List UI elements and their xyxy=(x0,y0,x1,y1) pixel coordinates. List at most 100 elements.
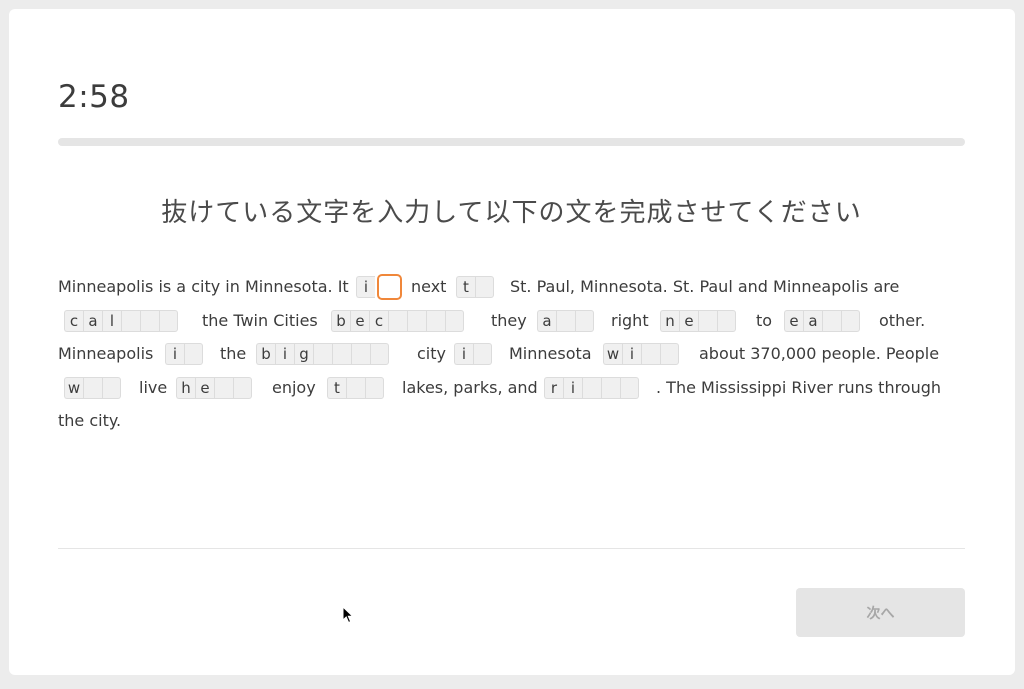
passage-line-2: cal the Twin Cities bec they a right ne … xyxy=(58,308,968,334)
letter-input-cell[interactable] xyxy=(346,376,365,399)
word-blank[interactable]: cal xyxy=(64,309,178,332)
letter-input-cell[interactable] xyxy=(575,309,594,332)
letter-input-cell[interactable] xyxy=(601,376,620,399)
letter-input-cell[interactable] xyxy=(313,343,332,365)
word-blank[interactable]: w xyxy=(64,376,121,399)
letter-cell-filled: b xyxy=(256,343,275,365)
word-blank[interactable]: i xyxy=(454,343,492,365)
letter-cell-filled: b xyxy=(331,309,350,332)
letter-cell-filled: n xyxy=(660,309,679,332)
passage-text: next xyxy=(411,277,447,296)
letter-cell-filled: i xyxy=(622,343,641,365)
passage-line-3: Minneapolis i the big city i Minnesota w… xyxy=(58,341,968,367)
letter-cell-filled: t xyxy=(456,276,475,298)
word-blank[interactable]: i xyxy=(165,343,203,365)
letter-input-cell[interactable] xyxy=(475,276,494,298)
letter-cell-filled: g xyxy=(294,343,313,365)
progress-bar xyxy=(58,138,965,146)
word-blank[interactable]: ri xyxy=(544,376,639,399)
letter-cell-filled: w xyxy=(64,376,83,399)
letter-input-cell[interactable] xyxy=(388,309,407,332)
footer-divider xyxy=(58,548,965,549)
next-button[interactable]: 次へ xyxy=(796,588,965,637)
letter-cell-filled: e xyxy=(784,309,803,332)
letter-cell-filled: i xyxy=(563,376,582,399)
passage-text: live xyxy=(139,377,168,397)
word-blank[interactable]: big xyxy=(256,343,389,365)
letter-input-cell[interactable] xyxy=(641,343,660,365)
letter-input-cell[interactable] xyxy=(717,309,736,332)
letter-cell-filled: l xyxy=(102,309,121,332)
passage-text: Minnesota xyxy=(509,344,592,363)
letter-input-cell[interactable] xyxy=(582,376,601,399)
passage-text: to xyxy=(756,310,773,330)
passage-text: the Twin Cities xyxy=(202,310,318,330)
exercise-card: 2:58 抜けている文字を入力して以下の文を完成させてください Minneapo… xyxy=(9,9,1015,675)
letter-cell-filled: c xyxy=(64,309,83,332)
passage-line-4: w live he enjoy t lakes, parks, and ri .… xyxy=(58,375,968,401)
letter-cell-filled: i xyxy=(454,343,473,365)
instruction-heading: 抜けている文字を入力して以下の文を完成させてください xyxy=(161,198,862,228)
letter-cell-filled: r xyxy=(544,376,563,399)
letter-cell-filled: w xyxy=(603,343,622,365)
word-blank[interactable]: t xyxy=(456,276,494,298)
passage-text: right xyxy=(611,310,649,330)
letter-input-cell[interactable] xyxy=(660,343,679,365)
letter-cell-filled: h xyxy=(176,376,195,399)
letter-input-cell[interactable] xyxy=(102,376,121,399)
letter-input-cell[interactable] xyxy=(83,376,102,399)
passage-text: St. Paul, Minnesota. St. Paul and Minnea… xyxy=(510,277,900,296)
letter-input-cell[interactable] xyxy=(365,376,384,399)
letter-cell-filled: i xyxy=(165,343,184,365)
word-blank[interactable]: wi xyxy=(603,343,679,365)
letter-input-cell[interactable] xyxy=(159,309,178,332)
letter-input-cell[interactable] xyxy=(445,309,464,332)
letter-input-cell[interactable] xyxy=(332,343,351,365)
passage-text: they xyxy=(491,310,527,330)
letter-input-cell[interactable] xyxy=(426,309,445,332)
passage-text: Minneapolis is a city in Minnesota. It xyxy=(58,277,349,296)
letter-input-cell[interactable] xyxy=(377,274,402,300)
passage-text: the city. xyxy=(58,411,122,430)
passage-text: other. xyxy=(879,310,926,330)
letter-input-cell[interactable] xyxy=(351,343,370,365)
passage-text: Minneapolis xyxy=(58,344,154,363)
passage-text: enjoy xyxy=(272,377,316,397)
word-blank[interactable]: ea xyxy=(784,309,860,332)
passage-line-1: Minneapolis is a city in Minnesota. It i… xyxy=(58,274,968,300)
letter-cell-filled: a xyxy=(83,309,102,332)
passage-line-5: the city. xyxy=(58,408,968,434)
letter-input-cell[interactable] xyxy=(556,309,575,332)
mouse-pointer-icon xyxy=(342,606,354,624)
word-blank[interactable]: bec xyxy=(331,309,464,332)
letter-cell-filled: e xyxy=(679,309,698,332)
word-blank[interactable]: i xyxy=(356,274,402,300)
letter-input-cell[interactable] xyxy=(140,309,159,332)
letter-cell-filled: e xyxy=(195,376,214,399)
letter-cell-filled: a xyxy=(537,309,556,332)
letter-input-cell[interactable] xyxy=(620,376,639,399)
letter-input-cell[interactable] xyxy=(841,309,860,332)
letter-input-cell[interactable] xyxy=(698,309,717,332)
word-blank[interactable]: ne xyxy=(660,309,736,332)
letter-cell-filled: i xyxy=(356,276,375,298)
letter-input-cell[interactable] xyxy=(233,376,252,399)
letter-cell-filled: c xyxy=(369,309,388,332)
word-blank[interactable]: he xyxy=(176,376,252,399)
word-blank[interactable]: t xyxy=(327,376,384,399)
letter-input-cell[interactable] xyxy=(121,309,140,332)
letter-cell-filled: t xyxy=(327,376,346,399)
letter-input-cell[interactable] xyxy=(407,309,426,332)
letter-input-cell[interactable] xyxy=(184,343,203,365)
passage: Minneapolis is a city in Minnesota. It i… xyxy=(58,274,968,442)
letter-input-cell[interactable] xyxy=(214,376,233,399)
letter-cell-filled: e xyxy=(350,309,369,332)
passage-text: city xyxy=(417,344,446,363)
passage-text: about 370,000 people. People xyxy=(699,344,940,363)
passage-text: . The Mississippi River runs through xyxy=(656,377,942,397)
letter-input-cell[interactable] xyxy=(473,343,492,365)
passage-text: the xyxy=(220,344,247,363)
letter-input-cell[interactable] xyxy=(370,343,389,365)
word-blank[interactable]: a xyxy=(537,309,594,332)
letter-input-cell[interactable] xyxy=(822,309,841,332)
